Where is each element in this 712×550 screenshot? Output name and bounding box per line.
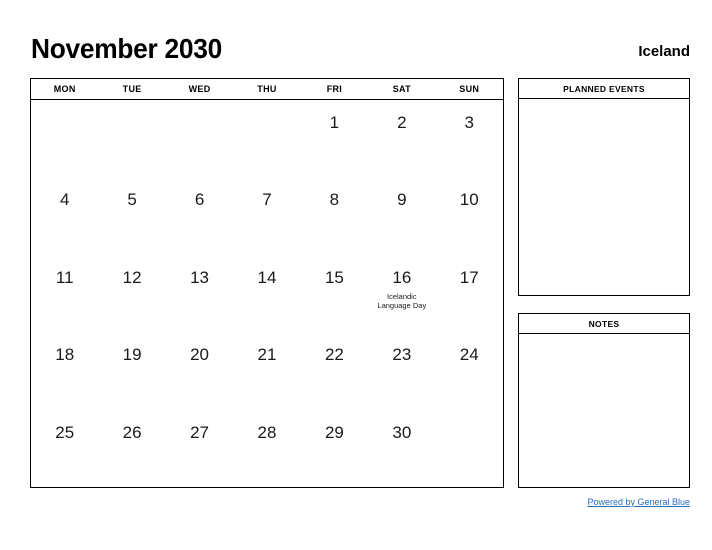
day-number: 21 bbox=[257, 345, 277, 365]
day-cell[interactable]: 15 bbox=[301, 255, 368, 332]
day-number: 11 bbox=[55, 267, 74, 287]
day-cell[interactable]: 24 bbox=[436, 332, 503, 409]
calendar-week-row: 1 2 3 bbox=[31, 100, 503, 177]
calendar-page: November 2030 Iceland MON TUE WED THU FR… bbox=[0, 0, 712, 550]
day-number: 13 bbox=[190, 267, 210, 287]
day-cell[interactable]: 10 bbox=[436, 177, 503, 254]
day-cell[interactable] bbox=[166, 100, 233, 177]
day-number: 30 bbox=[392, 422, 412, 442]
day-cell[interactable] bbox=[436, 410, 503, 487]
day-number: 20 bbox=[190, 345, 210, 365]
notes-area[interactable] bbox=[519, 334, 689, 487]
day-cell[interactable] bbox=[98, 100, 165, 177]
day-number: 4 bbox=[59, 190, 70, 210]
day-number: 16 bbox=[392, 267, 412, 287]
page-title: November 2030 bbox=[31, 33, 222, 64]
weekday-header-tue: TUE bbox=[122, 84, 142, 94]
powered-by-link[interactable]: Powered by General Blue bbox=[587, 497, 690, 507]
day-cell[interactable]: 6 bbox=[166, 177, 233, 254]
day-number: 7 bbox=[262, 190, 272, 210]
calendar-week-row: 18 19 20 21 22 23 24 bbox=[31, 332, 503, 409]
calendar-week-row: 25 26 27 28 29 30 bbox=[31, 410, 503, 487]
day-cell[interactable] bbox=[233, 100, 300, 177]
planned-events-area[interactable] bbox=[519, 99, 689, 295]
day-cell[interactable]: 1 bbox=[301, 100, 368, 177]
weekday-header-wed: WED bbox=[188, 84, 211, 94]
day-cell[interactable]: 27 bbox=[166, 410, 233, 487]
day-number: 2 bbox=[397, 113, 407, 132]
day-number: 29 bbox=[324, 422, 344, 442]
day-cell[interactable]: 14 bbox=[233, 255, 300, 332]
day-number: 26 bbox=[122, 422, 142, 442]
day-cell[interactable]: 8 bbox=[301, 177, 368, 254]
day-number: 14 bbox=[257, 267, 277, 287]
day-cell[interactable]: 19 bbox=[98, 332, 165, 409]
day-number: 9 bbox=[397, 190, 407, 210]
calendar-week-row: 11 12 13 14 15 16 Icelandic Language Day… bbox=[31, 255, 503, 332]
calendar-body: 1 2 3 4 5 6 7 8 9 10 11 12 13 14 15 16 I… bbox=[31, 100, 503, 487]
day-cell[interactable]: 23 bbox=[368, 332, 435, 409]
weekday-header-fri: FRI bbox=[326, 84, 343, 94]
day-number: 22 bbox=[324, 345, 344, 365]
notes-title: NOTES bbox=[519, 314, 689, 334]
day-cell[interactable]: 28 bbox=[233, 410, 300, 487]
notes-box: NOTES bbox=[518, 313, 690, 488]
day-cell[interactable]: 11 bbox=[31, 255, 98, 332]
day-number: 5 bbox=[127, 190, 137, 210]
weekday-header-sun: SUN bbox=[459, 84, 480, 94]
day-cell[interactable]: 3 bbox=[436, 100, 503, 177]
calendar-week-row: 4 5 6 7 8 9 10 bbox=[31, 177, 503, 254]
day-cell[interactable]: 9 bbox=[368, 177, 435, 254]
day-cell-holiday[interactable]: 16 Icelandic Language Day bbox=[368, 255, 435, 332]
weekday-header-mon: MON bbox=[53, 84, 76, 94]
day-number: 23 bbox=[392, 345, 412, 365]
planned-events-box: PLANNED EVENTS bbox=[518, 78, 690, 296]
day-cell[interactable]: 30 bbox=[368, 410, 435, 487]
day-number: 1 bbox=[329, 113, 340, 132]
planned-events-title: PLANNED EVENTS bbox=[519, 79, 689, 99]
day-cell[interactable]: 17 bbox=[436, 255, 503, 332]
day-number: 19 bbox=[122, 345, 142, 365]
day-number: 27 bbox=[190, 422, 210, 442]
day-cell[interactable]: 12 bbox=[98, 255, 165, 332]
day-number: 17 bbox=[459, 267, 479, 287]
day-number: 24 bbox=[459, 345, 479, 365]
day-number: 18 bbox=[55, 345, 75, 365]
day-cell[interactable]: 2 bbox=[368, 100, 435, 177]
day-cell[interactable]: 22 bbox=[301, 332, 368, 409]
day-number: 25 bbox=[55, 422, 75, 442]
weekday-header-row: MON TUE WED THU FRI SAT SUN bbox=[31, 79, 503, 100]
day-cell[interactable]: 4 bbox=[31, 177, 98, 254]
day-cell[interactable]: 5 bbox=[98, 177, 165, 254]
day-number: 15 bbox=[324, 267, 344, 287]
weekday-header-thu: THU bbox=[257, 84, 277, 94]
day-cell[interactable]: 29 bbox=[301, 410, 368, 487]
day-number: 8 bbox=[329, 190, 340, 210]
day-number: 10 bbox=[459, 190, 479, 210]
day-cell[interactable]: 25 bbox=[31, 410, 98, 487]
day-cell[interactable] bbox=[31, 100, 98, 177]
day-number: 28 bbox=[257, 422, 277, 442]
day-cell[interactable]: 26 bbox=[98, 410, 165, 487]
weekday-header-sat: SAT bbox=[392, 84, 411, 94]
day-cell[interactable]: 20 bbox=[166, 332, 233, 409]
day-cell[interactable]: 13 bbox=[166, 255, 233, 332]
day-number: 12 bbox=[122, 267, 142, 287]
day-cell[interactable]: 7 bbox=[233, 177, 300, 254]
day-event: Icelandic Language Day bbox=[377, 291, 427, 311]
day-number: 6 bbox=[194, 190, 205, 210]
day-cell[interactable]: 21 bbox=[233, 332, 300, 409]
day-number: 3 bbox=[464, 113, 474, 132]
calendar-table: MON TUE WED THU FRI SAT SUN 1 2 3 4 5 6 … bbox=[30, 78, 504, 488]
country-label: Iceland bbox=[638, 43, 690, 60]
day-cell[interactable]: 18 bbox=[31, 332, 98, 409]
